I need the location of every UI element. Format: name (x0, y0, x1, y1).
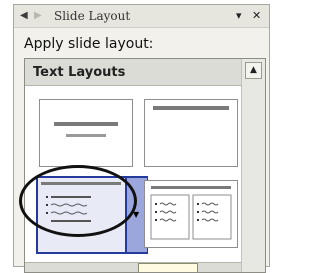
vertical-scrollbar[interactable]: ▲ (241, 59, 265, 272)
title-only-layout-icon (153, 106, 229, 110)
task-pane-titlebar: ◀ ▶ Slide Layout ▾ ✕ (14, 5, 269, 28)
slide-layout-task-pane: ◀ ▶ Slide Layout ▾ ✕ Apply slide layout:… (13, 4, 270, 273)
title-and-two-column-text-layout-icon (150, 186, 232, 240)
tooltip (138, 263, 198, 272)
forward-arrow-icon[interactable]: ▶ (34, 9, 42, 23)
back-arrow-icon[interactable]: ◀ (20, 9, 28, 23)
layout-thumbnail-two-column-text[interactable] (144, 180, 238, 248)
next-section-header (25, 262, 241, 272)
apply-slide-layout-label: Apply slide layout: (24, 36, 154, 52)
task-pane-title: Slide Layout (54, 9, 131, 23)
scroll-up-arrow-icon[interactable]: ▲ (245, 62, 262, 79)
close-button[interactable]: ✕ (252, 9, 261, 23)
title-slide-layout-icon (54, 122, 118, 137)
layout-thumbnail-title-slide[interactable] (39, 99, 133, 167)
layout-thumbnail-title-only[interactable] (144, 99, 238, 167)
section-header: Text Layouts (25, 59, 241, 86)
section-title: Text Layouts (33, 65, 126, 80)
task-pane-menu-icon[interactable]: ▾ (236, 9, 242, 23)
highlight-circle-annotation (19, 165, 137, 237)
